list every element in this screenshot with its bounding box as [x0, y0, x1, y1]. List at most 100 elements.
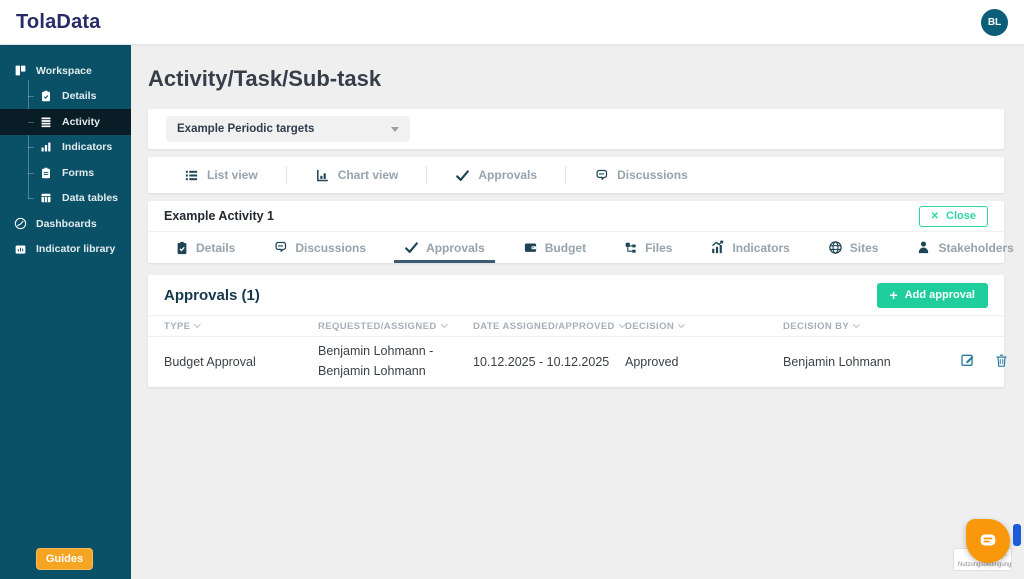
- tab-discussions[interactable]: Discussions: [254, 232, 385, 263]
- topbar: TolaData BL: [0, 0, 1024, 45]
- tab-label: Budget: [545, 241, 586, 255]
- close-button[interactable]: ✕ Close: [919, 206, 988, 227]
- tree-icon: [624, 241, 638, 255]
- periodic-target-select[interactable]: Example Periodic targets: [166, 116, 410, 142]
- check-icon: [455, 168, 470, 183]
- list-lines-icon: [40, 115, 53, 128]
- tab-discussions-view[interactable]: Discussions: [566, 157, 716, 193]
- sidebar-tree: Details Activity Indicators: [0, 84, 131, 212]
- tab-label: Files: [645, 241, 672, 255]
- tab-label: List view: [207, 168, 258, 182]
- tab-budget[interactable]: Budget: [504, 232, 605, 263]
- library-icon: [14, 243, 27, 256]
- guides-button[interactable]: Guides: [36, 548, 93, 570]
- tab-label: Sites: [850, 241, 879, 255]
- cell-date: 10.12.2025 - 10.12.2025: [473, 337, 625, 387]
- periodic-target-select-value: Example Periodic targets: [177, 123, 314, 135]
- table-row: Budget Approval Benjamin Lohmann - Benja…: [148, 337, 1004, 387]
- tab-label: Stakeholders: [938, 241, 1013, 255]
- cell-requested-assigned: Benjamin Lohmann - Benjamin Lohmann: [318, 337, 473, 387]
- sidebar-item-indicators[interactable]: Indicators: [0, 135, 131, 161]
- tab-list-view[interactable]: List view: [156, 157, 286, 193]
- gauge-icon: [14, 217, 27, 230]
- tab-details[interactable]: Details: [156, 232, 254, 263]
- sidebar-item-workspace[interactable]: Workspace: [0, 58, 131, 84]
- close-icon: ✕: [931, 211, 939, 222]
- cell-type: Budget Approval: [148, 337, 318, 387]
- column-header-requested[interactable]: REQUESTED/ASSIGNED: [318, 316, 473, 337]
- tab-sites[interactable]: Sites: [809, 232, 898, 263]
- list-view-icon: [184, 168, 199, 183]
- tab-stakeholders[interactable]: Stakeholders: [897, 232, 1024, 263]
- clipboard-check-icon: [175, 241, 189, 255]
- sidebar-nav: Workspace Details Activity: [0, 45, 131, 262]
- tab-label: Discussions: [617, 168, 688, 182]
- close-button-label: Close: [946, 210, 976, 222]
- activity-tabs: Details Discussions Approvals: [148, 231, 1004, 263]
- tab-approvals[interactable]: Approvals: [385, 232, 504, 263]
- sort-caret-icon: [441, 321, 447, 327]
- chart-view-icon: [315, 168, 330, 183]
- check-icon: [404, 240, 419, 255]
- approvals-title: Approvals (1): [164, 287, 260, 304]
- wallet-icon: [523, 240, 538, 255]
- sidebar-item-forms[interactable]: Forms: [0, 160, 131, 186]
- tab-label: Discussions: [295, 241, 366, 255]
- sidebar-item-data-tables[interactable]: Data tables: [0, 186, 131, 212]
- activity-panel: Example Activity 1 ✕ Close Details: [148, 201, 1004, 263]
- trash-icon[interactable]: [994, 353, 1009, 368]
- column-header-decision-by[interactable]: DECISION BY: [783, 316, 945, 337]
- view-tabs: List view Chart view Approvals: [148, 157, 1004, 193]
- approvals-table: TYPE REQUESTED/ASSIGNED DATE ASSIGNED/AP…: [148, 315, 1004, 387]
- clipboard-check-icon: [40, 90, 53, 103]
- target-selector-card: Example Periodic targets: [148, 109, 1004, 149]
- column-header-actions: [945, 316, 1004, 337]
- add-approval-button[interactable]: + Add approval: [877, 283, 988, 308]
- plus-icon: +: [890, 288, 898, 302]
- tab-files[interactable]: Files: [605, 232, 691, 263]
- cell-decision: Approved: [625, 337, 783, 387]
- approvals-section: Approvals (1) + Add approval TYPE REQUES…: [148, 275, 1004, 387]
- avatar[interactable]: BL: [981, 9, 1008, 36]
- sidebar-item-label: Workspace: [36, 65, 92, 77]
- activity-panel-header: Example Activity 1 ✕ Close: [148, 201, 1004, 231]
- chat-bubbles-icon: [273, 240, 288, 255]
- app-logo[interactable]: TolaData: [16, 11, 101, 34]
- person-icon: [916, 240, 931, 255]
- table-icon: [40, 192, 53, 205]
- page-title: Activity/Task/Sub-task: [148, 66, 1004, 92]
- sort-caret-icon: [853, 321, 859, 327]
- sidebar-item-details[interactable]: Details: [0, 84, 131, 110]
- tab-indicators[interactable]: Indicators: [691, 232, 808, 263]
- sidebar-item-label: Details: [62, 90, 96, 102]
- column-header-decision[interactable]: DECISION: [625, 316, 783, 337]
- column-header-type[interactable]: TYPE: [148, 316, 318, 337]
- sidebar-item-dashboards[interactable]: Dashboards: [0, 211, 131, 237]
- approvals-header: Approvals (1) + Add approval: [148, 275, 1004, 315]
- hidden-widget-fragment: [1013, 524, 1021, 546]
- sidebar-item-label: Activity: [62, 116, 100, 128]
- column-header-date[interactable]: DATE ASSIGNED/APPROVED: [473, 316, 625, 337]
- tab-chart-view[interactable]: Chart view: [287, 157, 427, 193]
- sidebar-item-label: Dashboards: [36, 218, 97, 230]
- sidebar-item-indicator-library[interactable]: Indicator library: [0, 237, 131, 263]
- tab-label: Approvals: [426, 241, 485, 255]
- sidebar-item-label: Indicator library: [36, 243, 115, 255]
- sidebar: Workspace Details Activity: [0, 45, 131, 579]
- trend-chart-icon: [710, 240, 725, 255]
- chat-bubbles-icon: [594, 168, 609, 183]
- sidebar-item-label: Forms: [62, 167, 94, 179]
- chat-launcher-button[interactable]: [966, 519, 1010, 563]
- tab-label: Details: [196, 241, 235, 255]
- tab-label: Chart view: [338, 168, 399, 182]
- tab-approvals-view[interactable]: Approvals: [427, 157, 565, 193]
- edit-icon[interactable]: [960, 352, 976, 368]
- globe-icon: [828, 240, 843, 255]
- sort-caret-icon: [194, 321, 200, 327]
- cell-actions: [945, 337, 1004, 387]
- workspace-icon: [14, 64, 27, 77]
- clipboard-icon: [40, 166, 53, 179]
- bar-chart-icon: [40, 141, 53, 154]
- sidebar-item-activity[interactable]: Activity: [0, 109, 131, 135]
- sort-caret-icon: [678, 321, 684, 327]
